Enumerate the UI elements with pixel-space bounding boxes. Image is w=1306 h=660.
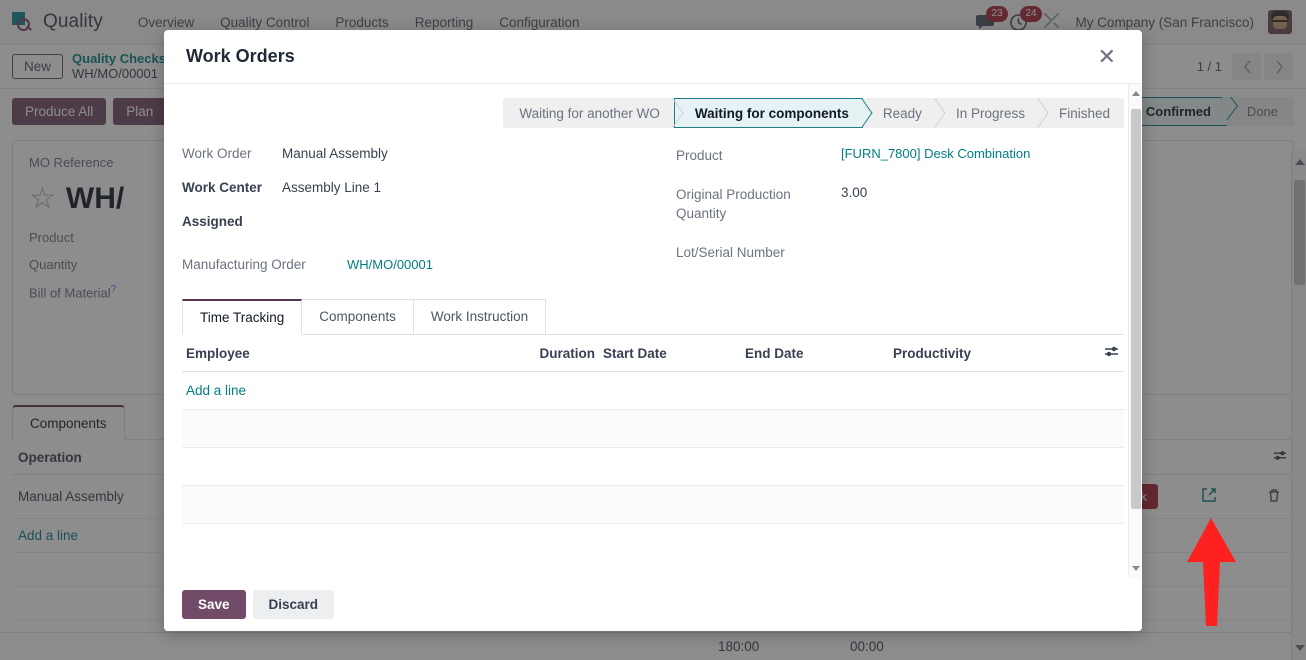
dialog-title: Work Orders [186, 46, 295, 66]
dialog-footer: Save Discard [164, 578, 1142, 631]
time-tracking-table-wrap: Employee Duration Start Date End Date Pr… [182, 334, 1124, 524]
stage-finished[interactable]: Finished [1039, 98, 1124, 128]
field-manufacturing-order-label: Manufacturing Order [182, 257, 306, 272]
dialog-header: Work Orders ✕ [164, 30, 1142, 84]
stage-waiting-for-another-wo[interactable]: Waiting for another WO [503, 98, 674, 128]
field-work-center-label: Work Center [182, 180, 263, 195]
red-arrow-up-icon [1187, 518, 1236, 626]
sliders-icon [1105, 346, 1118, 357]
discard-button[interactable]: Discard [252, 590, 335, 619]
field-manufacturing-order: Manufacturing Order WH/MO/00001 [182, 257, 662, 272]
field-assigned-label: Assigned [182, 214, 243, 229]
col-end-date[interactable]: End Date [741, 335, 889, 372]
workorder-notebook: Time Tracking Components Work Instructio… [182, 299, 1124, 524]
col-duration[interactable]: Duration [527, 335, 599, 372]
notebook-tabs: Time Tracking Components Work Instructio… [182, 299, 1124, 335]
field-original-production-quantity-value[interactable]: 3.00 [841, 185, 867, 224]
tab-work-instruction[interactable]: Work Instruction [412, 299, 547, 335]
col-employee[interactable]: Employee [182, 335, 527, 372]
field-work-center-value[interactable]: Assembly Line 1 [282, 180, 381, 195]
col-productivity[interactable]: Productivity [889, 335, 1090, 372]
stage-waiting-for-components[interactable]: Waiting for components [673, 98, 863, 128]
field-product-value[interactable]: [FURN_7800] Desk Combination [841, 146, 1030, 166]
tab-time-tracking[interactable]: Time Tracking [182, 299, 303, 335]
field-work-order-label: Work Order [182, 146, 252, 161]
field-original-production-quantity-label: Original Production Quantity [676, 186, 791, 222]
field-work-order-value[interactable]: Manual Assembly [282, 146, 388, 161]
form-right-column: Product [FURN_7800] Desk Combination Ori… [676, 146, 1124, 291]
work-orders-dialog: Work Orders ✕ Waiting for another WO Wai… [164, 30, 1142, 631]
workorder-form: Work Order Manual Assembly Work Center A… [182, 146, 1124, 291]
scroll-down-arrow-icon[interactable] [1132, 566, 1140, 571]
field-product: Product [FURN_7800] Desk Combination [676, 146, 1124, 166]
close-icon[interactable]: ✕ [1094, 44, 1120, 70]
field-original-production-quantity: Original Production Quantity 3.00 [676, 185, 1124, 224]
add-a-line-row[interactable]: Add a line [182, 371, 1124, 410]
save-button[interactable]: Save [182, 590, 246, 619]
col-start-date[interactable]: Start Date [599, 335, 741, 372]
table-options-button[interactable] [1090, 335, 1124, 372]
table-row-empty [182, 409, 1124, 448]
table-header-row: Employee Duration Start Date End Date Pr… [182, 335, 1124, 372]
table-row-empty [182, 447, 1124, 486]
field-product-label: Product [676, 148, 723, 163]
field-work-order: Work Order Manual Assembly [182, 146, 662, 161]
scrollbar-thumb[interactable] [1131, 109, 1141, 509]
add-a-line-link[interactable]: Add a line [186, 383, 246, 398]
table-row-empty [182, 485, 1124, 524]
stage-in-progress[interactable]: In Progress [936, 98, 1039, 128]
field-lot-serial-number-label: Lot/Serial Number [676, 244, 785, 260]
scroll-up-arrow-icon[interactable] [1132, 91, 1140, 96]
stage-ready[interactable]: Ready [863, 98, 936, 128]
workorder-statusbar: Waiting for another WO Waiting for compo… [182, 98, 1124, 128]
stage-list: Waiting for another WO Waiting for compo… [503, 98, 1124, 128]
field-lot-serial-number: Lot/Serial Number [676, 243, 1124, 263]
field-assigned: Assigned [182, 214, 662, 229]
dialog-body: Waiting for another WO Waiting for compo… [164, 84, 1142, 578]
tab-components[interactable]: Components [301, 299, 414, 335]
time-tracking-table: Employee Duration Start Date End Date Pr… [182, 335, 1124, 524]
dialog-scrollbar[interactable] [1128, 84, 1142, 578]
field-work-center: Work Center Assembly Line 1 [182, 180, 662, 195]
time-tracking-table-body: Add a line [182, 371, 1124, 524]
field-manufacturing-order-value[interactable]: WH/MO/00001 [347, 257, 433, 272]
form-left-column: Work Order Manual Assembly Work Center A… [182, 146, 662, 291]
